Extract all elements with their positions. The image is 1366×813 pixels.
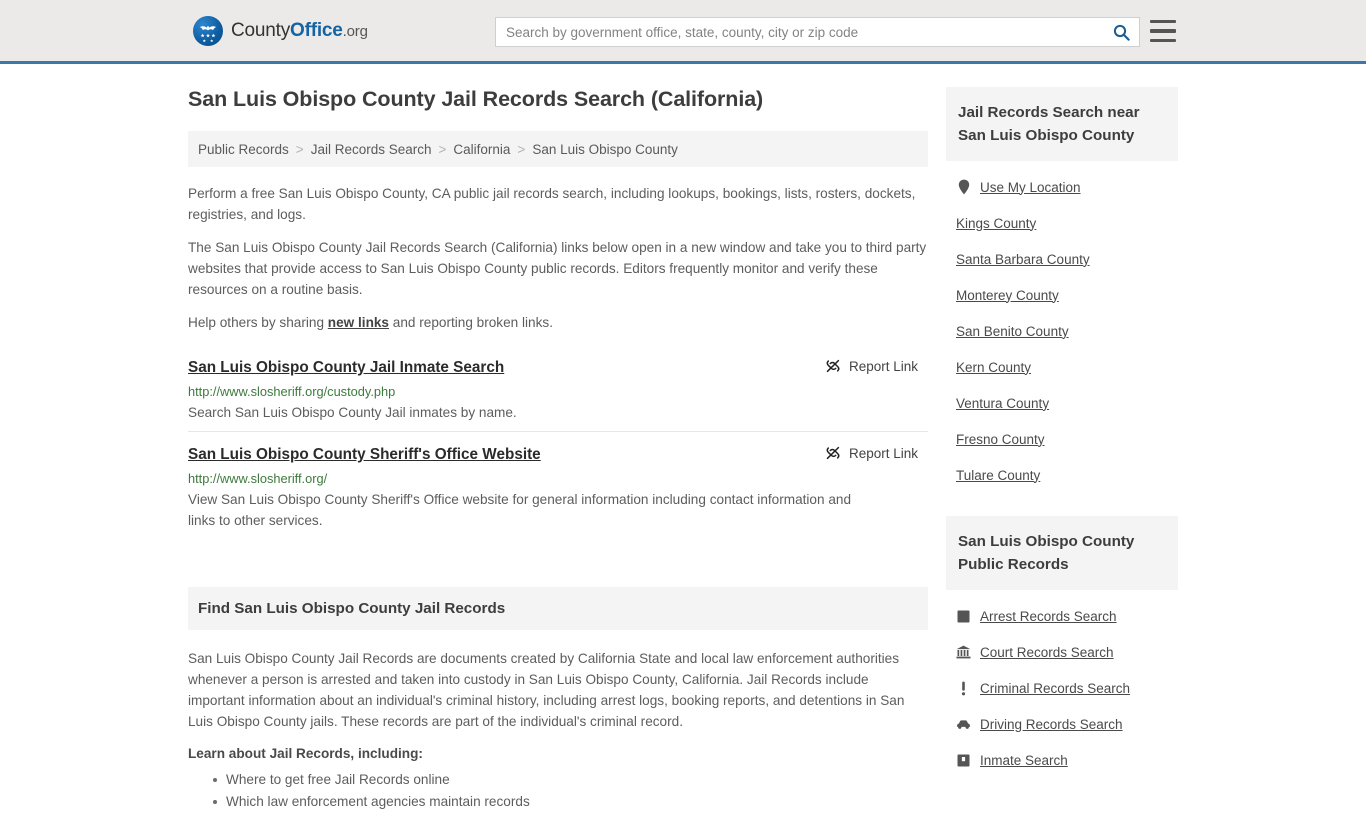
broken-link-icon: [826, 359, 840, 373]
sidebar-item-san-benito-county[interactable]: San Benito County: [946, 313, 1178, 349]
intro-paragraph-2: The San Luis Obispo County Jail Records …: [188, 240, 927, 297]
sidebar-link-label[interactable]: Kern County: [956, 360, 1031, 375]
result-url: http://www.slosheriff.org/: [188, 471, 328, 486]
sidebar-link-label[interactable]: Arrest Records Search: [980, 609, 1117, 624]
result-description: Search San Luis Obispo County Jail inmat…: [188, 405, 517, 420]
page-body: San Luis Obispo County Jail Records Sear…: [0, 64, 1366, 813]
sidebar-item-kern-county[interactable]: Kern County: [946, 349, 1178, 385]
site-logo[interactable]: CountyOffice.org: [193, 15, 368, 46]
breadcrumb-separator: >: [295, 141, 304, 157]
sidebar-card-nearby: Jail Records Search near San Luis Obispo…: [946, 87, 1178, 493]
hamburger-menu-icon[interactable]: [1150, 20, 1176, 42]
sidebar-link-label[interactable]: Criminal Records Search: [980, 681, 1130, 696]
help-prefix: Help others by sharing: [188, 315, 328, 330]
sidebar-item-court-records-search[interactable]: Court Records Search: [946, 634, 1178, 670]
report-link-label: Report Link: [848, 358, 918, 374]
sidebar-list-public-records: Arrest Records Search Court Records Sear…: [946, 590, 1178, 778]
help-suffix: and reporting broken links.: [389, 315, 553, 330]
report-link-button[interactable]: Report Link: [825, 358, 918, 374]
search-button[interactable]: [1103, 18, 1139, 46]
sidebar-item-fresno-county[interactable]: Fresno County: [946, 421, 1178, 457]
list-item: Where to get free Jail Records online: [213, 769, 928, 791]
car-icon: [956, 716, 971, 732]
sidebar-item-kings-county[interactable]: Kings County: [946, 205, 1178, 241]
main-column: San Luis Obispo County Jail Records Sear…: [188, 87, 928, 813]
learn-about-heading: Learn about Jail Records, including:: [188, 746, 423, 761]
sidebar: Jail Records Search near San Luis Obispo…: [946, 87, 1178, 813]
new-links-link[interactable]: new links: [328, 315, 389, 330]
content-container: San Luis Obispo County Jail Records Sear…: [188, 87, 1178, 813]
sidebar-item-criminal-records-search[interactable]: Criminal Records Search: [946, 670, 1178, 706]
sidebar-item-monterey-county[interactable]: Monterey County: [946, 277, 1178, 313]
find-records-heading: Find San Luis Obispo County Jail Records: [188, 587, 928, 630]
find-records-paragraph: San Luis Obispo County Jail Records are …: [188, 651, 905, 729]
sidebar-link-label[interactable]: Driving Records Search: [980, 717, 1123, 732]
courthouse-icon: [956, 644, 971, 660]
sidebar-item-tulare-county[interactable]: Tulare County: [946, 457, 1178, 493]
hamburger-bar: [1150, 20, 1176, 24]
help-paragraph: Help others by sharing new links and rep…: [188, 312, 928, 333]
breadcrumb-separator: >: [517, 141, 526, 157]
page-title: San Luis Obispo County Jail Records Sear…: [188, 87, 764, 111]
fingerprint-icon: [956, 608, 971, 624]
report-link-button[interactable]: Report Link: [825, 445, 918, 461]
breadcrumb-item-california[interactable]: California: [453, 142, 510, 157]
eagle-shield-icon: [193, 15, 223, 46]
sidebar-item-inmate-search[interactable]: Inmate Search: [946, 742, 1178, 778]
result-item: San Luis Obispo County Jail Inmate Searc…: [188, 345, 928, 431]
sidebar-list-nearby: Use My Location Kings County Santa Barba…: [946, 161, 1178, 493]
hamburger-bar: [1150, 29, 1176, 33]
sidebar-link-label[interactable]: Court Records Search: [980, 645, 1114, 660]
list-item: Which law enforcement agencies maintain …: [213, 791, 928, 813]
sidebar-heading-nearby: Jail Records Search near San Luis Obispo…: [946, 87, 1178, 161]
breadcrumb-separator: >: [438, 141, 447, 157]
sidebar-item-use-my-location[interactable]: Use My Location: [946, 169, 1178, 205]
sidebar-item-ventura-county[interactable]: Ventura County: [946, 385, 1178, 421]
exclamation-icon: [956, 680, 971, 696]
site-header: CountyOffice.org: [0, 0, 1366, 64]
sidebar-link-label[interactable]: Kings County: [956, 216, 1036, 231]
logo-wordmark: CountyOffice.org: [231, 20, 368, 42]
result-description: View San Luis Obispo County Sheriff's Of…: [188, 492, 852, 528]
result-item: San Luis Obispo County Sheriff's Office …: [188, 431, 928, 539]
sidebar-link-label[interactable]: Ventura County: [956, 396, 1049, 411]
sidebar-link-label[interactable]: Monterey County: [956, 288, 1059, 303]
sidebar-item-arrest-records-search[interactable]: Arrest Records Search: [946, 598, 1178, 634]
search-input[interactable]: [496, 18, 1103, 46]
sidebar-link-label[interactable]: Use My Location: [980, 180, 1081, 195]
sidebar-link-label[interactable]: Fresno County: [956, 432, 1045, 447]
breadcrumb-item-jail-records-search[interactable]: Jail Records Search: [311, 142, 432, 157]
broken-link-icon: [826, 446, 840, 460]
sidebar-item-santa-barbara-county[interactable]: Santa Barbara County: [946, 241, 1178, 277]
search-bar[interactable]: [495, 17, 1140, 47]
hamburger-bar: [1150, 38, 1176, 42]
sidebar-link-label[interactable]: San Benito County: [956, 324, 1069, 339]
sidebar-card-public-records: San Luis Obispo County Public Records Ar…: [946, 516, 1178, 778]
sidebar-link-label[interactable]: Inmate Search: [980, 753, 1068, 768]
sidebar-link-label[interactable]: Santa Barbara County: [956, 252, 1090, 267]
logo-text-org: .org: [342, 22, 368, 40]
sidebar-heading-public-records: San Luis Obispo County Public Records: [946, 516, 1178, 590]
result-title-link[interactable]: San Luis Obispo County Jail Inmate Searc…: [188, 359, 504, 377]
result-title-link[interactable]: San Luis Obispo County Sheriff's Office …: [188, 446, 541, 464]
logo-text-county: County: [231, 19, 291, 41]
learn-about-list: Where to get free Jail Records online Wh…: [188, 769, 928, 813]
intro-paragraph-1: Perform a free San Luis Obispo County, C…: [188, 186, 916, 222]
map-pin-icon: [956, 179, 971, 195]
jail-icon: [956, 752, 971, 768]
breadcrumb: Public Records > Jail Records Search > C…: [188, 131, 928, 167]
logo-text-office: Office: [290, 19, 343, 41]
search-icon: [1113, 24, 1130, 41]
sidebar-item-driving-records-search[interactable]: Driving Records Search: [946, 706, 1178, 742]
result-url: http://www.slosheriff.org/custody.php: [188, 384, 396, 399]
sidebar-link-label[interactable]: Tulare County: [956, 468, 1040, 483]
report-link-label: Report Link: [848, 445, 918, 461]
breadcrumb-item-public-records[interactable]: Public Records: [198, 142, 289, 157]
breadcrumb-item-san-luis-obispo-county[interactable]: San Luis Obispo County: [532, 142, 678, 157]
